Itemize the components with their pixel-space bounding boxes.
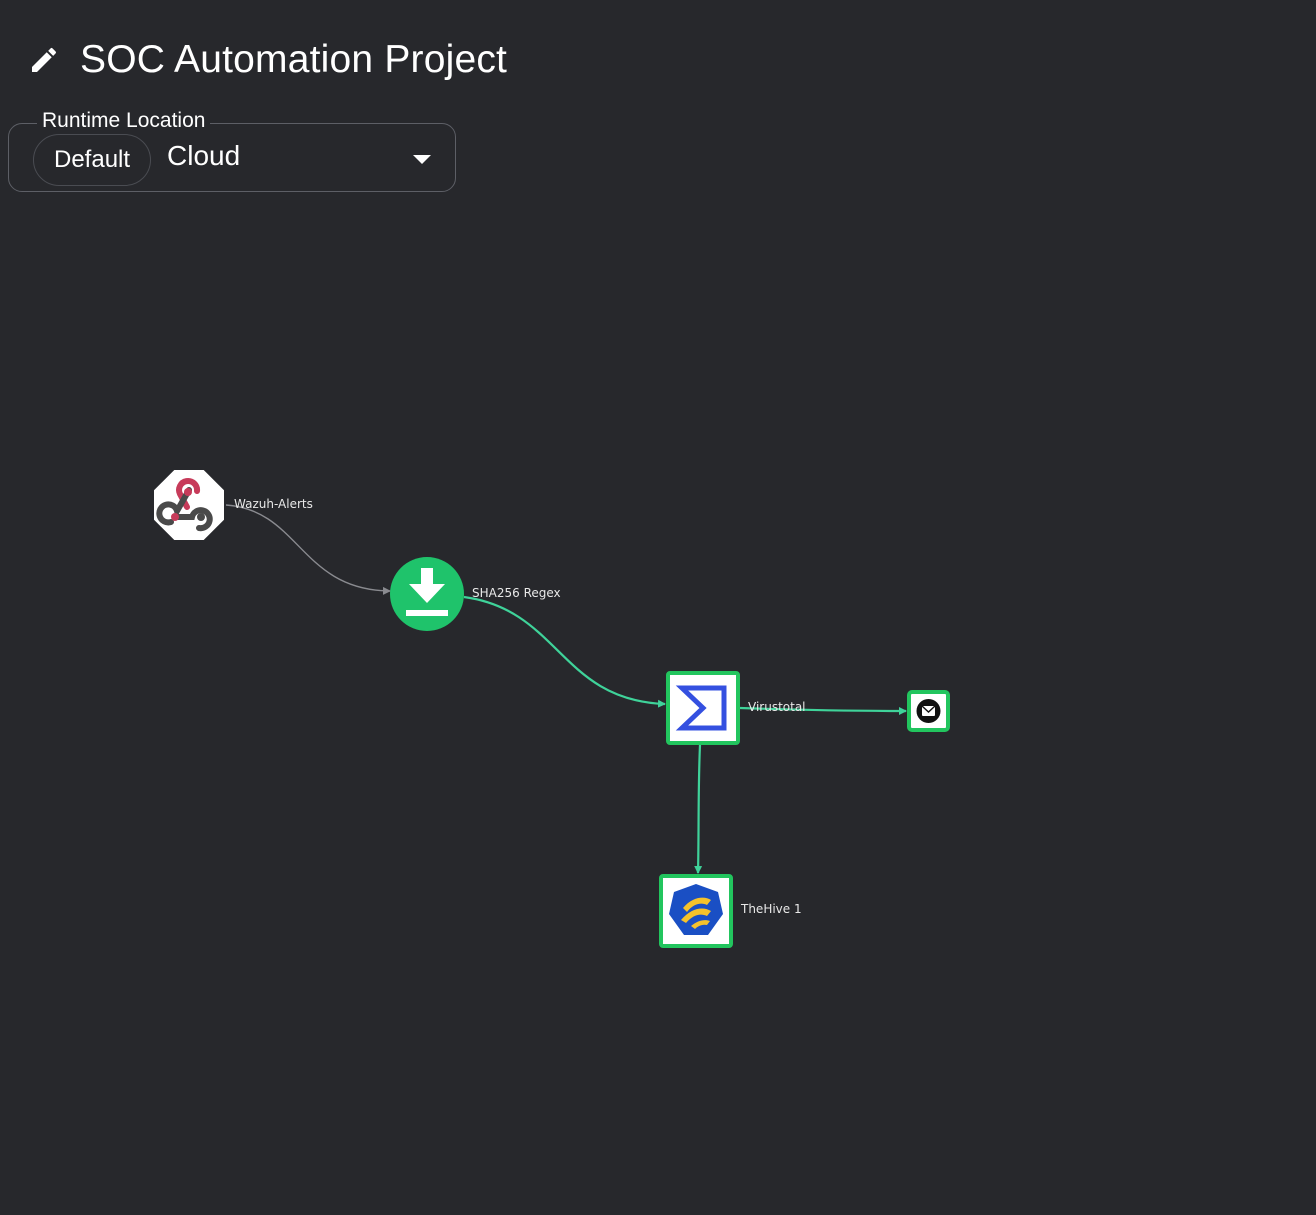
- workflow-editor: SOC Automation Project Runtime Location …: [0, 0, 1316, 1215]
- runtime-location-label: Runtime Location: [37, 109, 211, 133]
- thehive-icon: [669, 884, 723, 935]
- email-icon: [916, 699, 941, 723]
- default-chip[interactable]: Default: [33, 134, 152, 186]
- edge-virustotal-thehive[interactable]: [694, 744, 703, 874]
- thehive-node[interactable]: [659, 874, 733, 948]
- virustotal-sigma-icon: [675, 685, 727, 731]
- edge-regex-virustotal[interactable]: [463, 595, 666, 708]
- default-chip-label: Default: [54, 146, 131, 173]
- header: SOC Automation Project: [28, 38, 507, 82]
- pencil-icon[interactable]: [28, 44, 60, 76]
- email-node[interactable]: [907, 690, 950, 732]
- node-label-sha256-regex: SHA256 Regex: [472, 586, 561, 600]
- caret-down-icon[interactable]: [413, 155, 431, 164]
- webhook-node[interactable]: [154, 470, 224, 540]
- node-label-virustotal: Virustotal: [748, 700, 806, 714]
- edge-webhook-regex[interactable]: [225, 504, 391, 595]
- webhook-icon: [156, 478, 213, 532]
- download-icon: [406, 568, 448, 616]
- runtime-location-value: Cloud: [167, 140, 241, 171]
- sha256-regex-node[interactable]: [390, 557, 464, 631]
- virustotal-node[interactable]: [666, 671, 740, 745]
- page-title[interactable]: SOC Automation Project: [80, 38, 507, 82]
- node-label-wazuh-alerts: Wazuh-Alerts: [234, 497, 313, 511]
- runtime-location-select[interactable]: Runtime Location Default Cloud: [8, 109, 456, 192]
- node-label-thehive: TheHive 1: [741, 902, 802, 916]
